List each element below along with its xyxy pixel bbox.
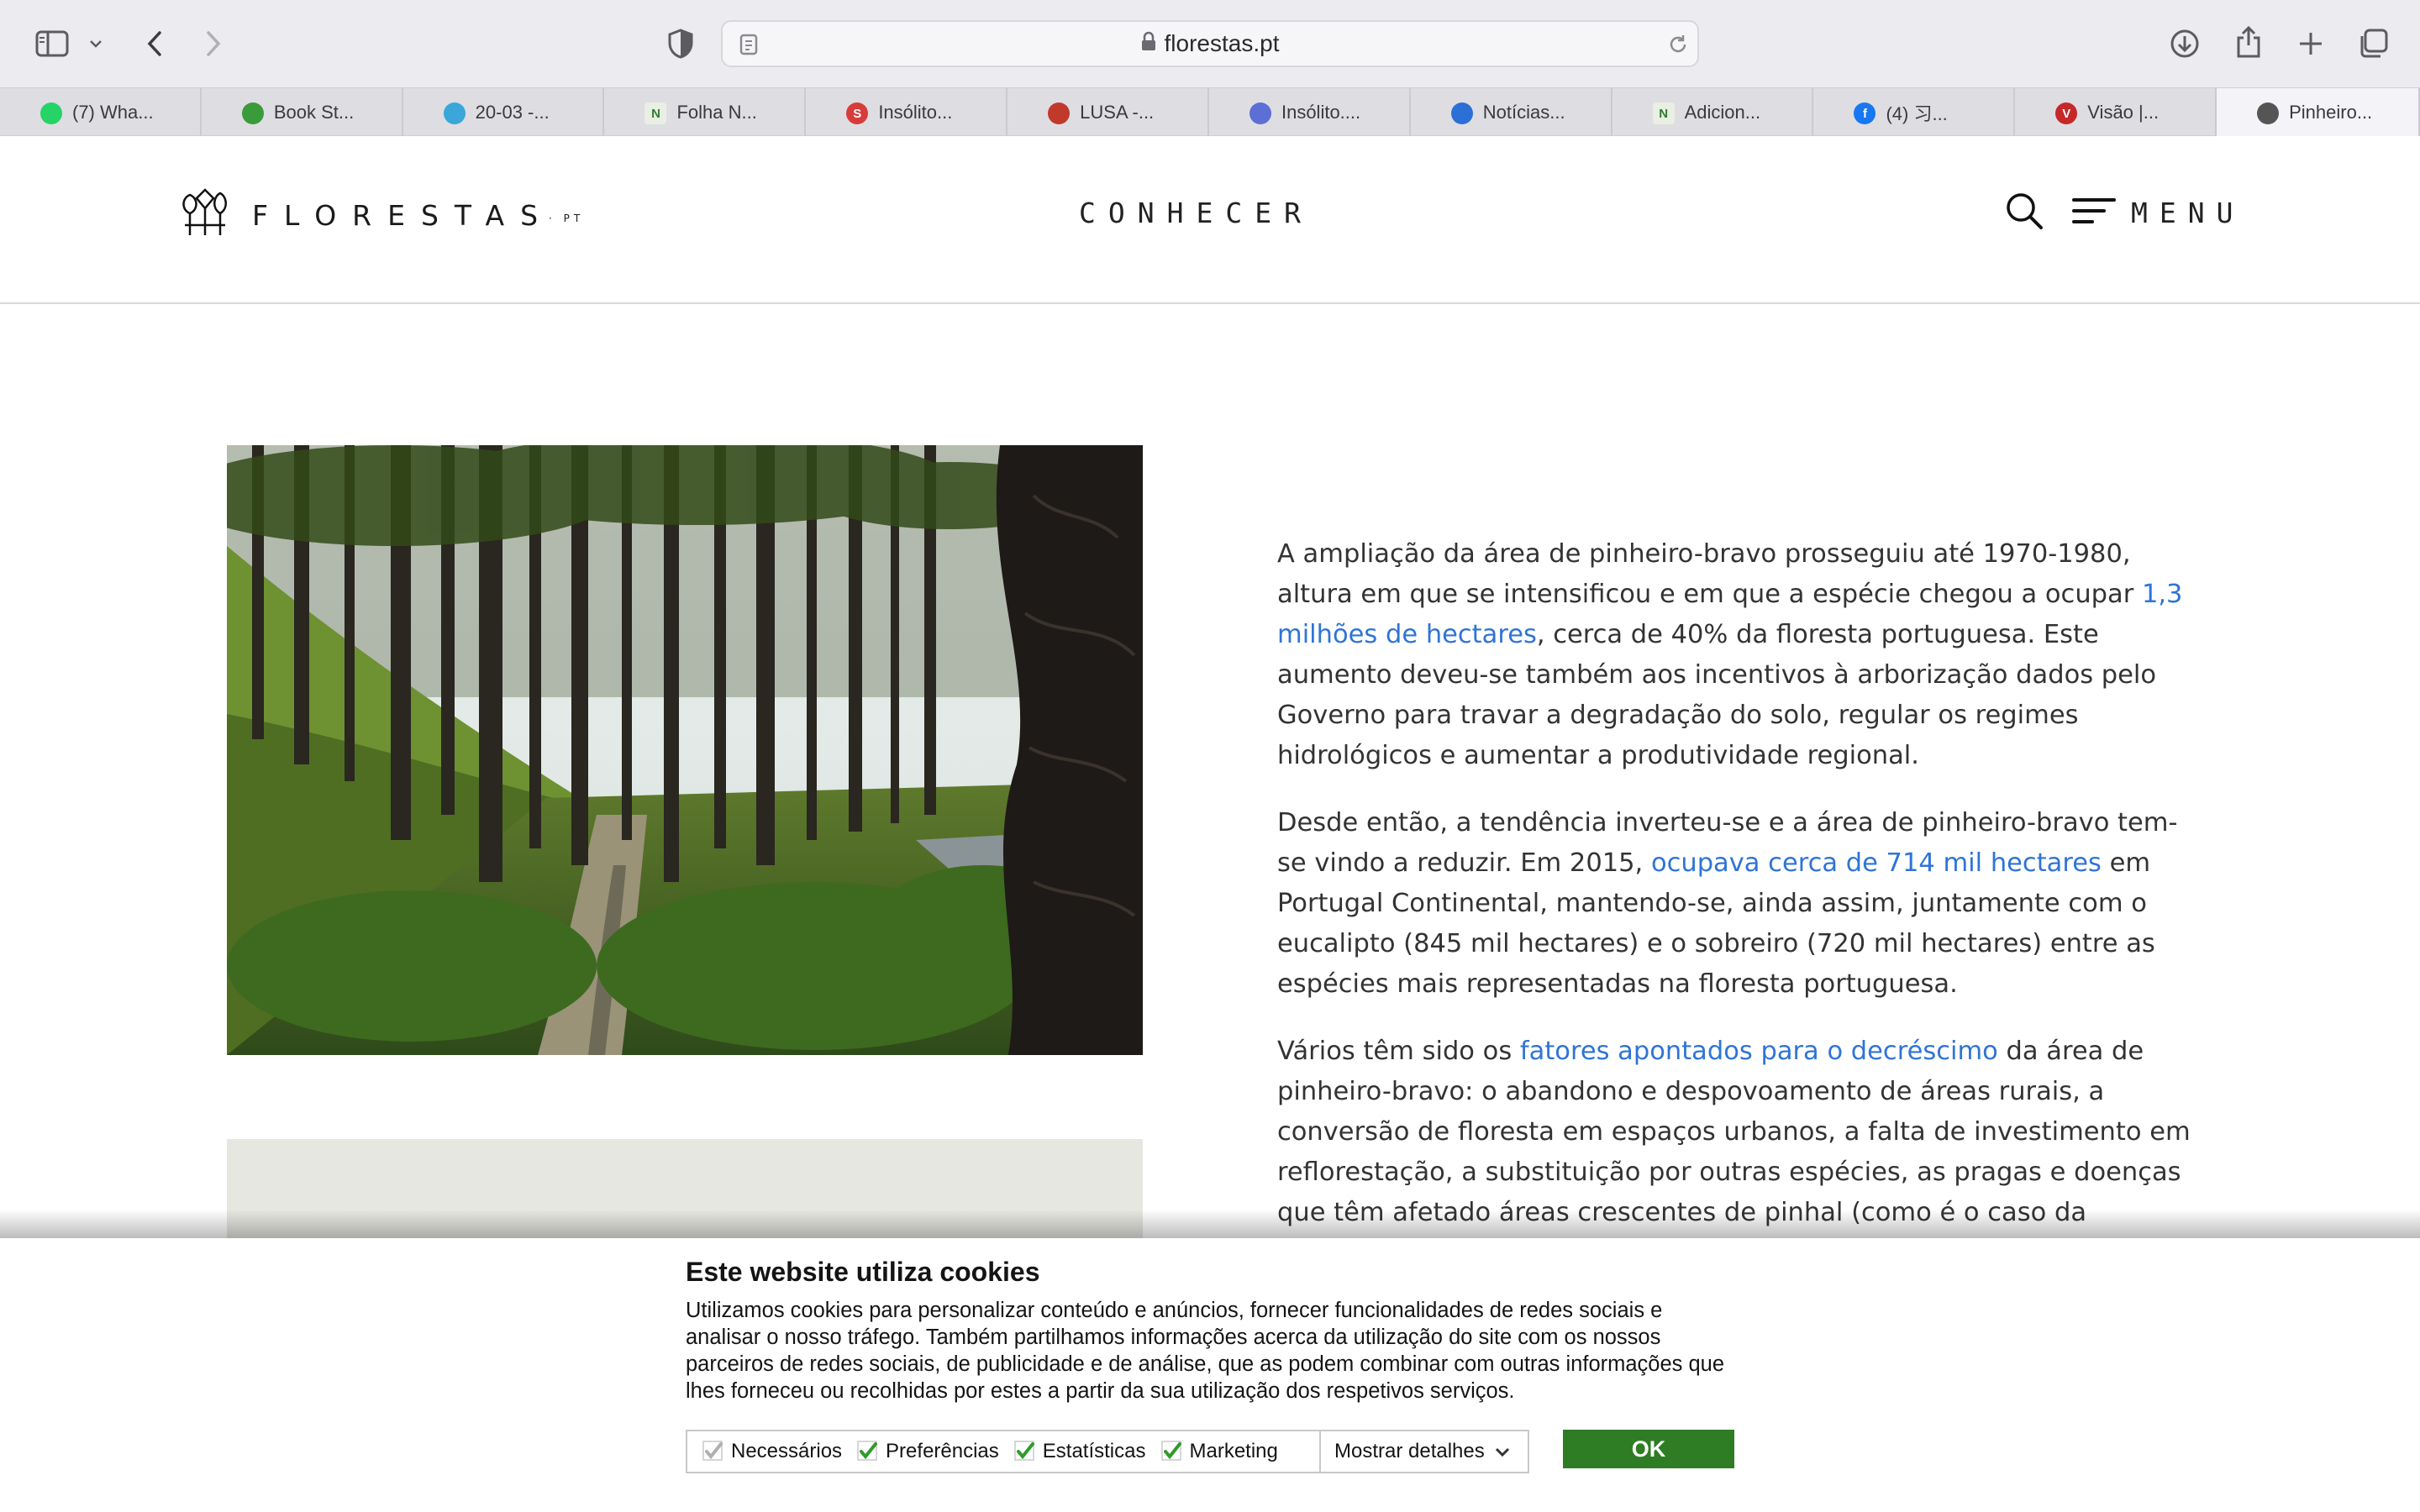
- cookie-option-checkbox[interactable]: Necessários: [702, 1440, 842, 1463]
- paragraph-1: A ampliação da área de pinheiro-bravo pr…: [1277, 534, 2193, 776]
- checkmark-icon: [1014, 1441, 1036, 1462]
- chevron-down-icon: [1495, 1440, 1510, 1463]
- sidebar-toggle-icon[interactable]: [34, 27, 71, 60]
- cookie-option-label: Necessários: [731, 1440, 843, 1462]
- browser-tab[interactable]: (7) Wha...: [0, 88, 202, 137]
- browser-tab[interactable]: LUSA -...: [1007, 88, 1209, 137]
- link-714-mil-hectares[interactable]: ocupava cerca de 714 mil hectares: [1651, 848, 2102, 878]
- cookie-banner: Este website utiliza cookies Utilizamos …: [0, 1238, 2420, 1512]
- divider: [1319, 1431, 1321, 1472]
- link-fatores[interactable]: fatores apontados para o decréscimo: [1520, 1037, 1998, 1066]
- browser-toolbar: florestas.pt: [0, 0, 2420, 87]
- browser-tab[interactable]: Notícias...: [1411, 88, 1612, 137]
- article-body: A ampliação da área de pinheiro-bravo pr…: [1277, 534, 2193, 1300]
- cookie-option-label: Marketing: [1189, 1440, 1278, 1462]
- browser-tab[interactable]: 20-03 -...: [403, 88, 605, 137]
- tab-label: 20-03 -...: [475, 102, 550, 123]
- cookie-banner-shadow: [0, 1210, 2420, 1240]
- wave-icon: [443, 102, 466, 124]
- cookie-description: Utilizamos cookies para personalizar con…: [686, 1299, 1725, 1403]
- browser-tab[interactable]: f (4) 习...: [1813, 88, 2016, 137]
- tab-label: Pinheiro...: [2289, 102, 2373, 123]
- back-icon[interactable]: [138, 25, 171, 62]
- forward-icon[interactable]: [197, 25, 230, 62]
- tab-label: (4) 习...: [1886, 103, 1948, 124]
- n-icon: N: [644, 102, 667, 124]
- leaf-icon: [241, 102, 264, 124]
- tab-label: (7) Wha...: [72, 102, 154, 123]
- logo-suffix: · PT: [549, 212, 585, 224]
- address-bar[interactable]: florestas.pt: [721, 20, 1699, 67]
- browser-tab[interactable]: N Adicion...: [1612, 88, 1814, 137]
- cookie-title: Este website utiliza cookies: [686, 1257, 1040, 1287]
- cookie-option-checkbox[interactable]: Marketing: [1160, 1440, 1278, 1463]
- browser-tab[interactable]: Book St...: [202, 88, 403, 137]
- show-details-dropdown[interactable]: Mostrar detalhes: [1334, 1431, 1510, 1472]
- address-text: florestas.pt: [723, 22, 1697, 66]
- n-icon: N: [1652, 102, 1675, 124]
- checkmark-icon: [1160, 1441, 1183, 1462]
- browser-tab[interactable]: Pinheiro...: [2217, 88, 2420, 137]
- show-details-label: Mostrar detalhes: [1334, 1440, 1485, 1462]
- cookie-option-checkbox[interactable]: Preferências: [857, 1440, 999, 1463]
- share-icon[interactable]: [2230, 22, 2267, 62]
- chevron-down-icon[interactable]: [86, 34, 106, 54]
- s-icon: S: [846, 102, 869, 124]
- text: Vários têm sido os: [1277, 1037, 1520, 1066]
- browser-tab[interactable]: V Visão |...: [2015, 88, 2217, 137]
- mountain-icon: [1249, 102, 1271, 124]
- search-icon[interactable]: [2005, 192, 2044, 234]
- pine-forest-photo: [227, 445, 1143, 1055]
- hamburger-menu-icon[interactable]: [2072, 197, 2116, 229]
- checkmark-icon: [702, 1441, 724, 1462]
- florestas-icon: [2257, 102, 2280, 124]
- lusa-icon: [1048, 102, 1071, 124]
- facebook-icon: f: [1854, 102, 1876, 124]
- reload-icon[interactable]: [1665, 32, 1691, 57]
- site-header: FLORESTAS · PT CONHECER MENU: [0, 136, 2420, 304]
- download-icon[interactable]: [2166, 25, 2203, 62]
- tab-overview-icon[interactable]: [2354, 25, 2391, 62]
- cookie-option-checkbox[interactable]: Estatísticas: [1014, 1440, 1146, 1463]
- browser-tab[interactable]: N Folha N...: [604, 88, 807, 137]
- browser-tab[interactable]: Insólito....: [1209, 88, 1411, 137]
- tab-label: Book St...: [273, 102, 355, 123]
- checkmark-icon: [857, 1441, 879, 1462]
- cookie-option-label: Estatísticas: [1042, 1440, 1146, 1462]
- cookie-options: Necessários Preferências Estatísticas Marke…: [686, 1430, 1529, 1473]
- cookie-ok-button[interactable]: OK: [1563, 1430, 1734, 1468]
- tab-label: Notícias...: [1482, 102, 1565, 123]
- tab-label: Adicion...: [1684, 102, 1761, 123]
- paragraph-2: Desde então, a tendência inverteu-se e a…: [1277, 803, 2193, 1005]
- whatsapp-icon: [40, 102, 62, 124]
- cookie-option-label: Preferências: [886, 1440, 999, 1462]
- tab-label: Insólito....: [1281, 102, 1361, 123]
- forest-logo-icon: [178, 188, 232, 243]
- new-tab-icon[interactable]: [2292, 25, 2329, 62]
- tab-label: Visão |...: [2087, 102, 2160, 123]
- address-url: florestas.pt: [1164, 30, 1280, 56]
- browser-tab[interactable]: S Insólito...: [806, 88, 1008, 137]
- logo-wordmark: FLORESTAS: [252, 199, 555, 232]
- site-logo[interactable]: FLORESTAS · PT: [178, 188, 584, 243]
- clock-icon: [1450, 102, 1473, 124]
- nav-conhecer-link[interactable]: CONHECER: [1079, 197, 1313, 229]
- shield-icon[interactable]: [664, 25, 697, 62]
- text: A ampliação da área de pinheiro-bravo pr…: [1277, 539, 2142, 609]
- tab-label: LUSA -...: [1080, 102, 1155, 123]
- v-icon: V: [2055, 102, 2078, 124]
- tab-label: Folha N...: [676, 102, 757, 123]
- tab-bar: (7) Wha... Book St... 20-03 -... N Folha N..…: [0, 87, 2420, 137]
- tab-label: Insólito...: [878, 102, 953, 123]
- menu-button[interactable]: MENU: [2131, 197, 2244, 229]
- lock-icon: [1141, 30, 1156, 57]
